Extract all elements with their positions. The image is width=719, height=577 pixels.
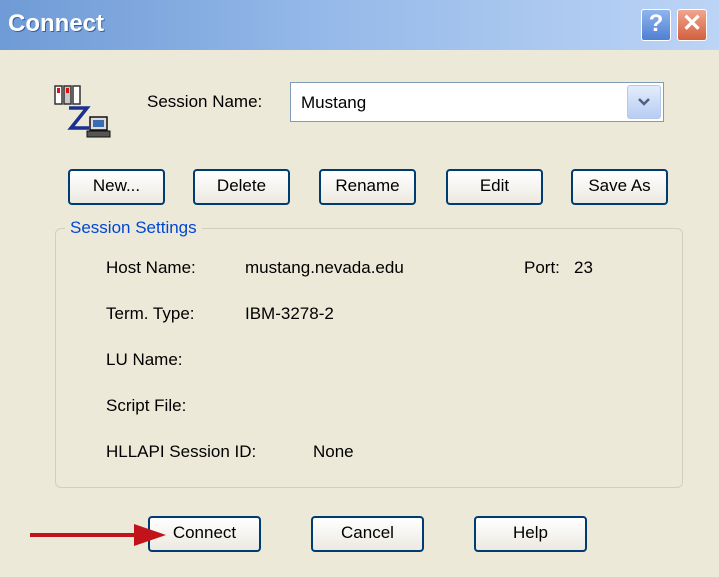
chevron-down-icon: [638, 98, 650, 106]
session-name-value: Mustang: [301, 93, 367, 112]
hllapi-session-id-label: HLLAPI Session ID:: [106, 442, 257, 461]
lu-name-label: LU Name:: [106, 350, 183, 369]
port-label: Port:: [524, 258, 560, 277]
session-name-combobox[interactable]: Mustang: [290, 82, 664, 122]
rename-button[interactable]: Rename: [319, 169, 416, 205]
close-button[interactable]: ✕: [677, 9, 707, 41]
title-bar[interactable]: Connect ? ✕: [0, 0, 719, 50]
save-as-button[interactable]: Save As: [571, 169, 668, 205]
edit-button[interactable]: Edit: [446, 169, 543, 205]
new-button[interactable]: New...: [68, 169, 165, 205]
terminal-session-icon: [54, 85, 111, 138]
red-arrow-annotation: [30, 524, 166, 546]
session-name-label: Session Name:: [147, 92, 263, 111]
session-settings-title: Session Settings: [65, 218, 202, 238]
host-name-value: mustang.nevada.edu: [245, 258, 404, 277]
script-file-label: Script File:: [106, 396, 187, 415]
hllapi-session-id-value: None: [313, 442, 354, 461]
port-value: 23: [574, 258, 593, 277]
window-title: Connect: [8, 10, 104, 37]
delete-button[interactable]: Delete: [193, 169, 290, 205]
connect-dialog: Connect ? ✕ Session Name: Mustang New...…: [0, 0, 719, 577]
help-button[interactable]: Help: [474, 516, 587, 552]
dropdown-button[interactable]: [627, 85, 661, 119]
term-type-value: IBM-3278-2: [245, 304, 334, 323]
term-type-label: Term. Type:: [106, 304, 195, 323]
cancel-button[interactable]: Cancel: [311, 516, 424, 552]
host-name-label: Host Name:: [106, 258, 196, 277]
help-title-button[interactable]: ?: [641, 9, 671, 41]
